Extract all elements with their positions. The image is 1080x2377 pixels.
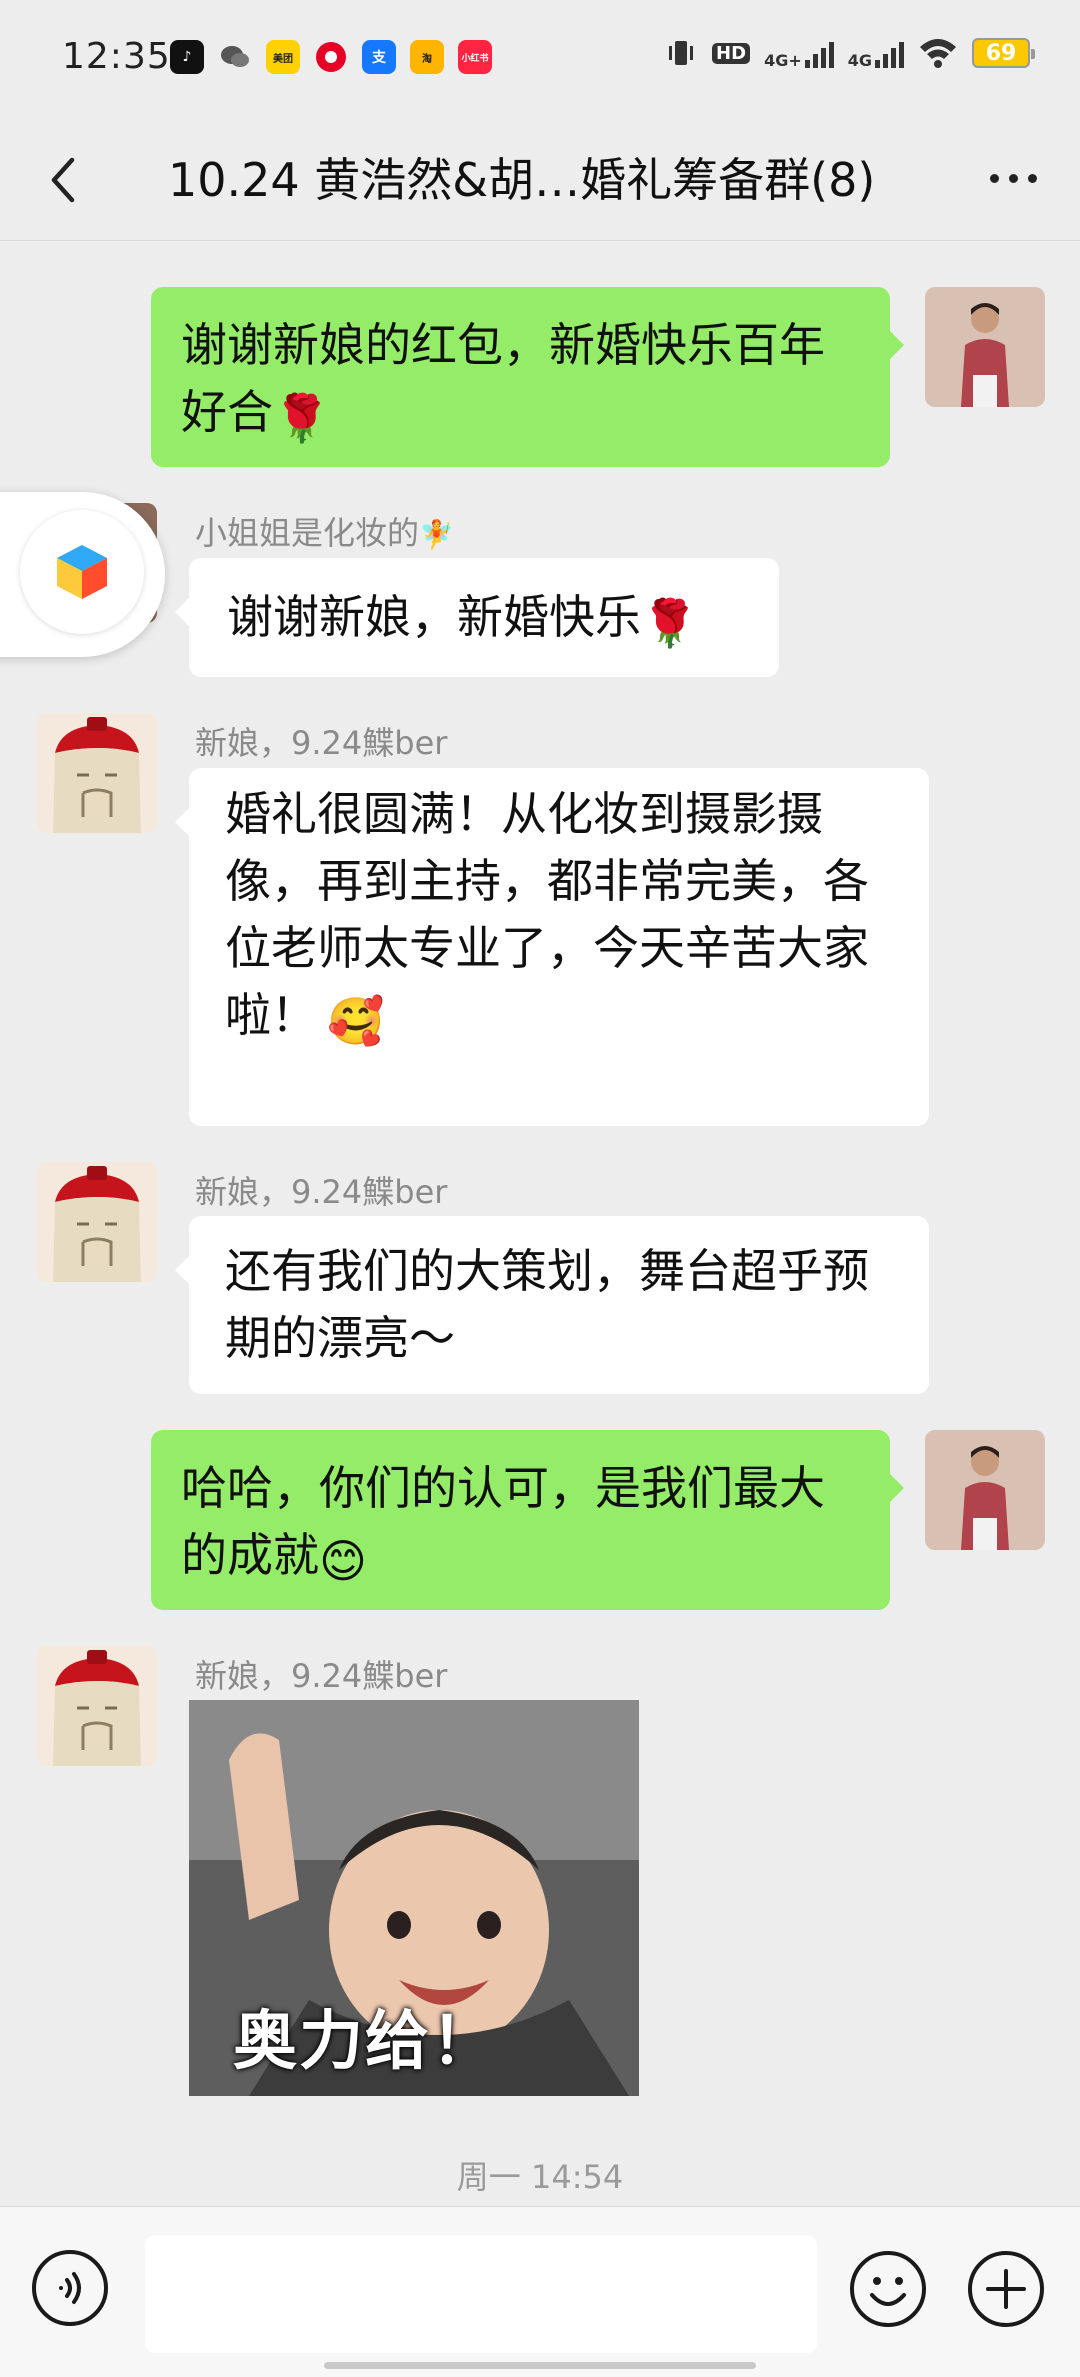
avatar-bride[interactable] [37, 1162, 157, 1282]
message-text: 婚礼很圆满！从化妆到摄影摄像，再到主持，都非常完美，各位老师太专业了，今天辛苦大… [225, 787, 869, 1042]
wifi-icon [920, 39, 956, 68]
sender-name: 小姐姐是化妆的🧚 [195, 514, 454, 552]
chat-title: 10.24 黄浩然&胡…婚礼筹备群(8) [168, 153, 876, 207]
battery-indicator: 69 [972, 38, 1035, 68]
message-text: 还有我们的大策划，舞台超乎预期的漂亮～ [225, 1244, 869, 1365]
message-input[interactable] [145, 2235, 817, 2353]
message-bubble-sent[interactable]: 哈哈，你们的认可，是我们最大的成就😊 [151, 1430, 904, 1610]
smiley-icon [850, 2251, 926, 2327]
plus-circle-icon [968, 2251, 1044, 2327]
smiling-hearts-emoji-icon: 🥰 [327, 994, 385, 1048]
alipay-icon: 支 [362, 40, 396, 74]
sticker-image[interactable]: 奥力给！ [189, 1700, 639, 2096]
notification-icons: ♪ 美团 支 淘 小红书 [170, 40, 492, 74]
message-bubble-sent[interactable]: 谢谢新娘的红包，新婚快乐百年好合🌹 [151, 287, 904, 467]
more-dot-icon [989, 173, 999, 183]
vibrate-icon [669, 41, 694, 65]
floating-assistant-button[interactable] [0, 492, 165, 657]
status-bar: 12:35 ♪ 美团 支 淘 小红书 HD 4G+ 4G 69 [0, 0, 1080, 118]
message-text: 哈哈，你们的认可，是我们最大的成就 [181, 1461, 825, 1582]
voice-icon [32, 2250, 108, 2326]
rose-emoji-icon: 🌹 [273, 391, 331, 445]
xiaohongshu-icon: 小红书 [458, 40, 492, 74]
message-bubble-received[interactable]: 还有我们的大策划，舞台超乎预期的漂亮～ [175, 1216, 929, 1394]
netease-music-icon [314, 40, 348, 74]
chat-input-bar [0, 2206, 1080, 2377]
avatar-bride[interactable] [37, 713, 157, 833]
rose-emoji-icon: 🌹 [641, 596, 699, 650]
more-dot-icon [1008, 173, 1018, 183]
more-options-button[interactable] [976, 148, 1050, 208]
more-dot-icon [1027, 173, 1037, 183]
network-type-2: 4G [847, 51, 872, 70]
sticker-caption: 奥力给！ [233, 2005, 497, 2079]
back-button[interactable] [42, 140, 112, 220]
more-functions-button[interactable] [966, 2249, 1046, 2329]
fairy-emoji-icon: 🧚 [419, 518, 454, 551]
sender-name: 新娘，9.24鰈ber [195, 1173, 448, 1211]
emoji-picker-button[interactable] [848, 2249, 928, 2329]
network-type-1: 4G+ [764, 51, 802, 70]
message-timestamp: 周一 14:54 [456, 2158, 624, 2196]
message-text: 谢谢新娘，新婚快乐 [227, 590, 641, 644]
status-time: 12:35 [62, 36, 171, 77]
smiling-face-emoji-icon: 😊 [319, 1534, 367, 1588]
message-bubble-received[interactable]: 谢谢新娘，新婚快乐🌹 [175, 558, 779, 677]
system-icons: HD 4G+ 4G 69 [664, 36, 1035, 70]
avatar-self[interactable] [925, 287, 1045, 407]
avatar-bride[interactable] [37, 1646, 157, 1766]
floating-button-inner [20, 510, 144, 634]
signal-icon [875, 38, 904, 68]
chat-header: 10.24 黄浩然&胡…婚礼筹备群(8) [0, 118, 1080, 241]
sender-name: 新娘，9.24鰈ber [195, 724, 448, 762]
hd-badge: HD [712, 42, 751, 64]
voice-input-button[interactable] [31, 2249, 109, 2327]
signal-icon [804, 38, 834, 68]
taobao-icon: 淘 [410, 40, 444, 74]
douyin-icon: ♪ [170, 40, 204, 74]
home-indicator[interactable] [324, 2362, 756, 2369]
chevron-left-icon [51, 157, 75, 203]
avatar-self[interactable] [925, 1430, 1045, 1550]
cube-icon [57, 545, 107, 599]
message-bubble-received[interactable]: 婚礼很圆满！从化妆到摄影摄像，再到主持，都非常完美，各位老师太专业了，今天辛苦大… [175, 768, 929, 1126]
sender-name: 新娘，9.24鰈ber [195, 1657, 448, 1695]
meituan-icon: 美团 [266, 40, 300, 74]
wechat-icon [218, 40, 252, 74]
